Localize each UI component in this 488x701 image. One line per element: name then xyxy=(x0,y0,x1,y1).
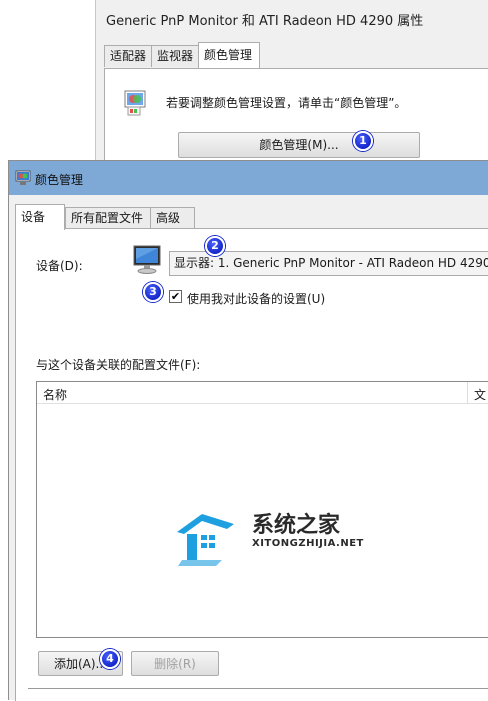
watermark-domain-text: XITONGZHIJIA.NET xyxy=(252,538,364,549)
column-separator xyxy=(467,382,468,404)
step-badge-4: 4 xyxy=(100,649,120,669)
properties-window-title: Generic PnP Monitor 和 ATI Radeon HD 4290… xyxy=(106,14,424,29)
color-management-window: 颜色管理 设备 所有配置文件 高级 设备(D): 显示器: 1. Generic… xyxy=(8,160,488,701)
color-management-button[interactable]: 颜色管理(M)... xyxy=(178,132,420,158)
column-header-file[interactable]: 文 xyxy=(474,386,486,403)
window-title: 颜色管理 xyxy=(35,173,84,187)
use-my-settings-label: 使用我对此设备的设置(U) xyxy=(187,292,326,306)
use-my-settings-checkbox[interactable]: ✔ xyxy=(169,290,182,303)
bottom-divider xyxy=(28,688,488,689)
tab-adapter[interactable]: 适配器 xyxy=(104,45,152,67)
color-management-hint: 若要调整颜色管理设置，请单击“颜色管理”。 xyxy=(166,96,407,110)
tab-advanced[interactable]: 高级 xyxy=(150,207,195,229)
color-management-icon xyxy=(124,90,148,116)
watermark-chinese-text: 系统之家 xyxy=(252,513,341,538)
tab-all-profiles[interactable]: 所有配置文件 xyxy=(65,207,151,229)
step-badge-3: 3 xyxy=(143,282,163,302)
tab-devices[interactable]: 设备 xyxy=(15,204,65,230)
column-header-name[interactable]: 名称 xyxy=(43,386,67,403)
properties-window: Generic PnP Monitor 和 ATI Radeon HD 4290… xyxy=(95,0,488,170)
watermark-house-icon xyxy=(172,502,242,572)
profiles-list[interactable]: 名称 文 系统之家 XITONGZHIJIA.NET xyxy=(36,381,488,638)
color-management-window-icon xyxy=(15,170,31,186)
remove-profile-button[interactable]: 删除(R) xyxy=(131,651,219,676)
step-badge-1: 1 xyxy=(353,131,373,151)
monitor-icon xyxy=(132,243,164,275)
step-badge-2: 2 xyxy=(205,236,225,256)
tab-color-management[interactable]: 颜色管理 xyxy=(198,42,260,68)
profiles-label: 与这个设备关联的配置文件(F): xyxy=(36,358,201,372)
profiles-list-header: 名称 文 xyxy=(37,382,488,404)
tab-monitor[interactable]: 监视器 xyxy=(151,45,199,67)
device-label: 设备(D): xyxy=(36,259,83,273)
